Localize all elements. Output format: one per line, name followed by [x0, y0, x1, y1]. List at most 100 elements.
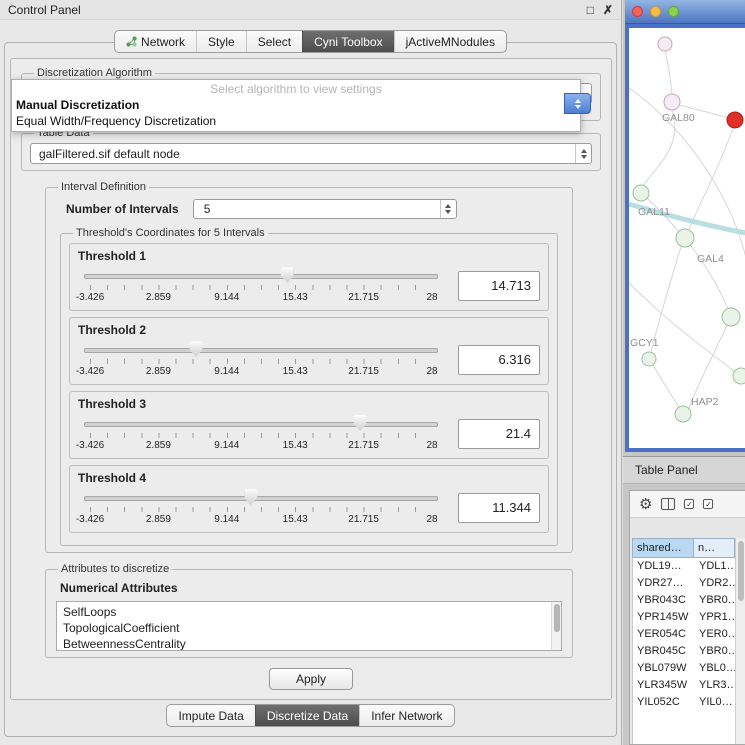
- table-cell: YER0…: [695, 626, 735, 643]
- threshold-slider[interactable]: -3.4262.8599.14415.4321.71528: [78, 415, 444, 452]
- slider-track[interactable]: [90, 341, 432, 357]
- tab-select[interactable]: Select: [246, 31, 302, 52]
- tick-label: 9.144: [214, 514, 239, 525]
- apply-button[interactable]: Apply: [269, 668, 353, 690]
- network-node[interactable]: [733, 368, 745, 384]
- slider-ticks: [90, 285, 432, 290]
- top-tab-strip: Network Style Select Cyni ToolboxjActiveMNo…: [0, 30, 621, 53]
- number-of-intervals-spinner[interactable]: 5: [193, 199, 457, 219]
- table-row[interactable]: YBL079WYBL0…: [633, 660, 735, 677]
- network-node[interactable]: [664, 94, 680, 110]
- combo-updown-icon[interactable]: [575, 144, 591, 163]
- table-scrollbar[interactable]: [735, 538, 745, 744]
- table-row[interactable]: YER054CYER0…: [633, 626, 735, 643]
- table-row[interactable]: YDL19…YDL1…: [633, 558, 735, 575]
- slider-track[interactable]: [90, 415, 432, 431]
- close-traffic-light-icon[interactable]: [632, 6, 643, 17]
- tab-impute-data[interactable]: Impute Data: [167, 705, 254, 726]
- apply-row: Apply: [11, 668, 611, 690]
- table-row[interactable]: YPR145WYPR1…: [633, 609, 735, 626]
- tick-label: 21.715: [348, 440, 379, 451]
- slider-thumb-icon[interactable]: [281, 267, 294, 283]
- slider-tick-labels: -3.4262.8599.14415.4321.71528: [90, 440, 432, 452]
- threshold-panel: Threshold 2 -3.4262.8599.14415.4321.7152…: [69, 317, 549, 385]
- slider-thumb-icon[interactable]: [190, 341, 203, 357]
- table-row[interactable]: YBR043CYBR0…: [633, 592, 735, 609]
- attribute-list-item[interactable]: BetweennessCentrality: [63, 636, 545, 651]
- attribute-list-item[interactable]: SelfLoops: [63, 604, 545, 620]
- network-node[interactable]: [727, 112, 743, 128]
- tab-label: Select: [258, 35, 291, 49]
- minimize-traffic-light-icon[interactable]: [650, 6, 661, 17]
- checkbox-icon[interactable]: ✓: [703, 499, 713, 509]
- columns-icon[interactable]: [661, 498, 675, 510]
- column-header[interactable]: shared…: [632, 538, 694, 558]
- network-node[interactable]: [722, 308, 740, 326]
- thresholds-host: Threshold 1 -3.4262.8599.14415.4321.7152…: [69, 243, 549, 533]
- panel-title: Control Panel: [8, 3, 81, 17]
- close-window-icon[interactable]: ✗: [603, 4, 613, 16]
- slider-thumb-icon[interactable]: [244, 489, 257, 505]
- zoom-traffic-light-icon[interactable]: [668, 6, 679, 17]
- threshold-slider[interactable]: -3.4262.8599.14415.4321.71528: [78, 489, 444, 526]
- network-canvas[interactable]: GAL80GAL11GAL4GCY1HAP2: [625, 24, 745, 452]
- threshold-panel: Threshold 1 -3.4262.8599.14415.4321.7152…: [69, 243, 549, 311]
- threshold-value-field[interactable]: 6.316: [458, 345, 540, 375]
- tab-style[interactable]: Style: [196, 31, 246, 52]
- tab-jactivemnodules[interactable]: jActiveMNodules: [394, 31, 506, 52]
- table-panel-header: Table Panel: [623, 456, 745, 484]
- tick-label: 2.859: [146, 514, 171, 525]
- network-node[interactable]: [642, 352, 656, 366]
- numerical-attributes-label: Numerical Attributes: [60, 581, 564, 595]
- tick-label: -3.426: [76, 292, 104, 303]
- attribute-list-item[interactable]: TopologicalCoefficient: [63, 620, 545, 636]
- number-of-intervals-row: Number of Intervals 5: [66, 199, 564, 219]
- table-row[interactable]: YBR045CYBR0…: [633, 643, 735, 660]
- tick-label: 2.859: [146, 292, 171, 303]
- algorithm-option-manual-discretization[interactable]: Manual Discretization: [12, 97, 580, 113]
- tab-discretize-data[interactable]: Discretize Data: [255, 705, 359, 726]
- tab-infer-network[interactable]: Infer Network: [359, 705, 453, 726]
- algorithm-option-equal-width-frequency-discretization[interactable]: Equal Width/Frequency Discretization: [12, 113, 580, 129]
- tab-cyni-toolbox[interactable]: Cyni Toolbox: [302, 31, 393, 52]
- tick-label: 9.144: [214, 440, 239, 451]
- threshold-value-field[interactable]: 11.344: [458, 493, 540, 523]
- table-row[interactable]: YIL052CYIL0…: [633, 694, 735, 711]
- table-cell: YPR145W: [633, 609, 695, 626]
- threshold-value-field[interactable]: 21.4: [458, 419, 540, 449]
- tick-label: 28: [426, 292, 437, 303]
- threshold-slider[interactable]: -3.4262.8599.14415.4321.71528: [78, 267, 444, 304]
- column-header[interactable]: n…: [694, 538, 735, 558]
- tab-network[interactable]: Network: [115, 31, 196, 52]
- slider-thumb-icon[interactable]: [354, 415, 367, 431]
- tick-label: 15.43: [283, 514, 308, 525]
- slider-track[interactable]: [90, 267, 432, 283]
- threshold-value-field[interactable]: 14.713: [458, 271, 540, 301]
- table-cell: YBL079W: [633, 660, 695, 677]
- numerical-attributes-list: SelfLoopsTopologicalCoefficientBetweenne…: [63, 604, 545, 651]
- network-node[interactable]: [676, 229, 694, 247]
- list-scrollbar[interactable]: [551, 602, 561, 650]
- spinner-updown-icon[interactable]: [440, 200, 456, 218]
- slider-ticks: [90, 359, 432, 364]
- combo-down-arrow-icon: [575, 105, 581, 109]
- table-row[interactable]: YDR27…YDR2…: [633, 575, 735, 592]
- float-window-icon[interactable]: □: [587, 4, 594, 16]
- checkbox-icon[interactable]: ✓: [684, 499, 694, 509]
- algorithm-combobox-button[interactable]: [564, 93, 591, 114]
- threshold-label: Threshold 3: [78, 397, 540, 411]
- tick-label: 28: [426, 366, 437, 377]
- network-canvas-svg: GAL80GAL11GAL4GCY1HAP2: [629, 28, 745, 448]
- network-node[interactable]: [675, 406, 691, 422]
- gear-icon[interactable]: ⚙: [639, 497, 652, 512]
- tab-label: Style: [208, 35, 235, 49]
- network-node[interactable]: [658, 37, 672, 51]
- table-cell: YDR2…: [695, 575, 735, 592]
- network-node[interactable]: [633, 185, 649, 201]
- table-row[interactable]: YLR345WYLR3…: [633, 677, 735, 694]
- table-data-combobox[interactable]: galFiltered.sif default node: [30, 143, 592, 164]
- combo-up-arrow-icon: [575, 99, 581, 103]
- numerical-attributes-listbox[interactable]: SelfLoopsTopologicalCoefficientBetweenne…: [56, 601, 562, 651]
- threshold-slider[interactable]: -3.4262.8599.14415.4321.71528: [78, 341, 444, 378]
- slider-track[interactable]: [90, 489, 432, 505]
